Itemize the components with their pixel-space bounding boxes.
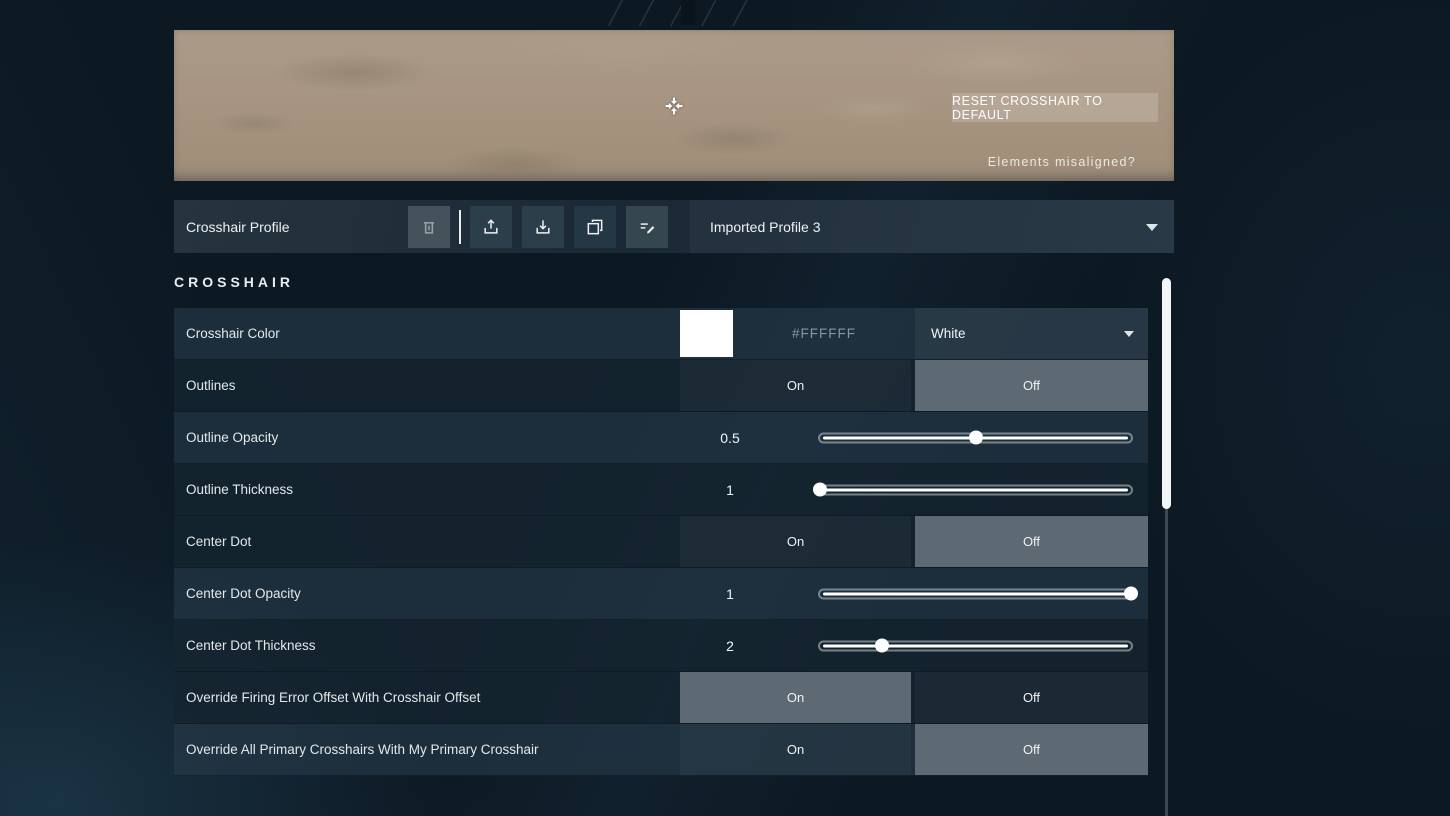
- row-center-dot-thickness: Center Dot Thickness 2: [174, 620, 1148, 672]
- setting-label: Outlines: [186, 360, 236, 411]
- export-profile-icon: [481, 217, 501, 237]
- toolbar-divider: [459, 210, 461, 244]
- override-all-off-button[interactable]: Off: [915, 724, 1148, 775]
- chevron-down-icon: [1124, 331, 1134, 337]
- color-name-dropdown[interactable]: White: [915, 308, 1148, 359]
- setting-label: Center Dot: [186, 516, 251, 567]
- delete-icon: [419, 217, 439, 237]
- crosshair-settings-list: Crosshair Color #FFFFFF White Outlines O…: [174, 308, 1148, 776]
- slider-thumb[interactable]: [813, 483, 827, 497]
- setting-label: Center Dot Opacity: [186, 568, 301, 619]
- crosshair-profile-label: Crosshair Profile: [186, 200, 289, 253]
- scrollbar-thumb[interactable]: [1162, 278, 1171, 509]
- slider-value: 2: [680, 620, 780, 671]
- outline-thickness-slider[interactable]: [818, 484, 1133, 495]
- profile-select-value: Imported Profile 3: [690, 219, 821, 235]
- center-dot-thickness-slider[interactable]: [818, 640, 1133, 651]
- slider-thumb[interactable]: [969, 431, 983, 445]
- color-name-value: White: [915, 326, 966, 341]
- row-outline-opacity: Outline Opacity 0.5: [174, 412, 1148, 464]
- reset-crosshair-button[interactable]: RESET CROSSHAIR TO DEFAULT: [952, 93, 1158, 122]
- chevron-down-icon: [1146, 224, 1158, 231]
- center-dot-off-button[interactable]: Off: [915, 516, 1148, 567]
- crosshair-profile-bar: Crosshair Profile Imported Profile 3: [174, 200, 1174, 253]
- row-override-firing-error: Override Firing Error Offset With Crossh…: [174, 672, 1148, 724]
- setting-label: Outline Opacity: [186, 412, 278, 463]
- row-override-all-primary: Override All Primary Crosshairs With My …: [174, 724, 1148, 776]
- setting-label: Override Firing Error Offset With Crossh…: [186, 672, 480, 723]
- row-outline-thickness: Outline Thickness 1: [174, 464, 1148, 516]
- outlines-on-button[interactable]: On: [680, 360, 911, 411]
- center-dot-on-button[interactable]: On: [680, 516, 911, 567]
- center-dot-opacity-slider[interactable]: [818, 588, 1133, 599]
- color-swatch[interactable]: [680, 310, 733, 357]
- row-center-dot: Center Dot On Off: [174, 516, 1148, 568]
- move-cursor-icon: [661, 93, 687, 119]
- rename-profile-icon: [637, 217, 657, 237]
- slider-track: [823, 592, 1128, 595]
- profile-select-dropdown[interactable]: Imported Profile 3: [690, 200, 1174, 253]
- background-diagonal-lines: [592, 0, 762, 26]
- setting-label: Outline Thickness: [186, 464, 293, 515]
- rename-profile-button[interactable]: [626, 206, 668, 248]
- setting-label: Crosshair Color: [186, 308, 280, 359]
- slider-track: [823, 488, 1128, 491]
- delete-profile-button[interactable]: [408, 206, 450, 248]
- elements-misaligned-link[interactable]: Elements misaligned?: [988, 155, 1136, 169]
- override-firing-off-button[interactable]: Off: [915, 672, 1148, 723]
- export-profile-button[interactable]: [470, 206, 512, 248]
- slider-thumb[interactable]: [875, 639, 889, 653]
- row-outlines: Outlines On Off: [174, 360, 1148, 412]
- setting-label: Override All Primary Crosshairs With My …: [186, 724, 539, 775]
- row-crosshair-color: Crosshair Color #FFFFFF White: [174, 308, 1148, 360]
- slider-value: 1: [680, 568, 780, 619]
- slider-thumb[interactable]: [1124, 587, 1138, 601]
- override-all-on-button[interactable]: On: [680, 724, 911, 775]
- import-profile-button[interactable]: [522, 206, 564, 248]
- hex-color-input[interactable]: #FFFFFF: [734, 308, 914, 359]
- duplicate-profile-icon: [585, 217, 605, 237]
- background-notch: [681, 0, 695, 25]
- slider-value: 1: [680, 464, 780, 515]
- crosshair-section-title: CROSSHAIR: [174, 274, 294, 290]
- outline-opacity-slider[interactable]: [818, 432, 1133, 443]
- import-profile-icon: [533, 217, 553, 237]
- slider-value: 0.5: [680, 412, 780, 463]
- setting-label: Center Dot Thickness: [186, 620, 316, 671]
- outlines-off-button[interactable]: Off: [915, 360, 1148, 411]
- override-firing-on-button[interactable]: On: [680, 672, 911, 723]
- crosshair-preview: RESET CROSSHAIR TO DEFAULT Elements misa…: [174, 30, 1174, 181]
- duplicate-profile-button[interactable]: [574, 206, 616, 248]
- slider-track: [823, 644, 1128, 647]
- row-center-dot-opacity: Center Dot Opacity 1: [174, 568, 1148, 620]
